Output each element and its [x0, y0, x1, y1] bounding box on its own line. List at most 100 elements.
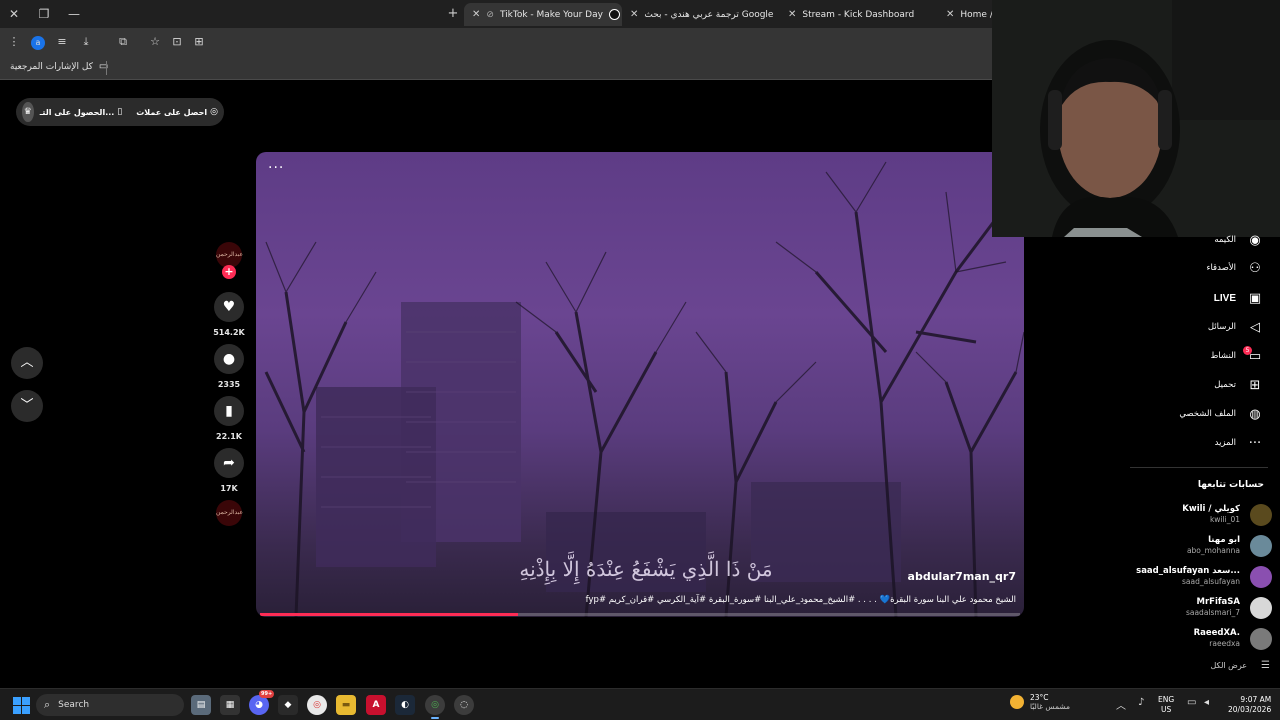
share-button[interactable]: ➦: [214, 448, 244, 478]
discord-app-icon[interactable]: ◕ 99+: [249, 690, 275, 715]
menu-kebab-icon[interactable]: ⋮: [5, 33, 23, 51]
microphone-icon[interactable]: ♪: [1138, 697, 1144, 708]
window-restore-icon[interactable]: ❐: [34, 4, 54, 24]
sidebar-item-label: الكيمه: [1214, 235, 1236, 245]
following-account[interactable]: ابو مهنا abo_mohanna: [1126, 533, 1276, 559]
sidebar-item-upload[interactable]: ⊞ تحميل: [1214, 375, 1264, 395]
video-progress-fill: [260, 613, 519, 616]
volume-icon[interactable]: ◂: [1204, 697, 1209, 708]
video-frame-scene: [264, 161, 1024, 617]
video-more-options-icon[interactable]: ···: [268, 160, 284, 176]
tray-chevron-up-icon[interactable]: ︿: [1116, 697, 1126, 712]
terminal-app-icon[interactable]: ▦: [220, 695, 240, 715]
see-all-button[interactable]: ☰ عرض الكل: [1210, 660, 1270, 671]
sidebar-item-label: المزيد: [1214, 438, 1236, 448]
sidebar-item-explore[interactable]: ◉ الكيمه: [1214, 230, 1264, 250]
account-name: MrFifaSA: [1196, 597, 1240, 607]
video-author[interactable]: abdular7man_qr7: [908, 570, 1016, 583]
file-explorer-icon[interactable]: ▬: [336, 695, 356, 715]
windows-start-icon[interactable]: [13, 697, 30, 714]
window-minimize-icon[interactable]: —: [64, 4, 84, 24]
tab-x[interactable]: ✕ Home / X: [938, 3, 994, 26]
account-handle: abo_mohanna: [1186, 546, 1240, 555]
following-account[interactable]: MrFifaSA saadalsmari_7: [1126, 595, 1276, 621]
weather-condition: مشمس غالبًا: [1030, 702, 1071, 711]
task-view-icon[interactable]: ▤: [191, 695, 211, 715]
tab-close-icon[interactable]: ✕: [472, 9, 480, 20]
window-close-icon[interactable]: ✕: [4, 4, 24, 24]
reading-list-icon[interactable]: ≡: [53, 33, 71, 51]
taskbar-clock[interactable]: 9:07 AM 20/03/2026: [1228, 695, 1271, 715]
comment-button[interactable]: ●: [214, 344, 244, 374]
sidebar-item-friends[interactable]: ⚇ الأصدقاء: [1206, 258, 1264, 278]
sidebar-item-label: الملف الشخصي: [1179, 409, 1236, 419]
tab-google[interactable]: ✕ ترجمة عربي هندي - بحث Google: [622, 3, 774, 26]
clock-date: 20/03/2026: [1228, 705, 1272, 714]
tiktok-avatar[interactable]: ♛: [22, 102, 34, 122]
following-accounts-title: حسابات تتابعها: [1197, 480, 1264, 490]
discord-badge: 99+: [259, 690, 275, 698]
new-tab-button[interactable]: +: [444, 4, 462, 24]
install-app-icon[interactable]: ⊡: [168, 33, 186, 51]
weather-temperature: 23°C: [1030, 693, 1049, 702]
avatar: [1250, 628, 1272, 650]
video-progress-bar[interactable]: [260, 613, 1020, 616]
next-video-button[interactable]: ﹀: [11, 390, 43, 422]
chrome-app-icon[interactable]: ◎: [307, 695, 327, 715]
like-button[interactable]: ♥: [214, 292, 244, 322]
network-icon[interactable]: ▭: [1187, 697, 1196, 708]
tab-close-icon[interactable]: ✕: [630, 9, 638, 20]
sidebar-item-activity[interactable]: ▭ النشاط: [1210, 346, 1264, 366]
sidebar-item-live[interactable]: ▣ LIVE: [1214, 288, 1264, 308]
weather-widget[interactable]: 23°C مشمس غالبًا: [1010, 693, 1070, 711]
save-count: 22.1K: [216, 432, 242, 441]
download-icon[interactable]: ⤓: [77, 33, 95, 51]
language-indicator[interactable]: ENG US: [1158, 695, 1174, 715]
more-icon: ···: [1248, 435, 1262, 451]
taskbar-search[interactable]: ⌕ Search: [36, 694, 184, 716]
account-handle: saadalsmari_7: [1185, 608, 1240, 617]
previous-video-button[interactable]: ︿: [11, 347, 43, 379]
get-coins-button[interactable]: احصل على عملات ◎: [136, 107, 218, 117]
sidebar-divider: [1130, 467, 1268, 468]
language-code: ENG: [1158, 695, 1175, 704]
bookmark-star-icon[interactable]: ☆: [146, 33, 164, 51]
extensions-icon[interactable]: ⧉: [114, 33, 132, 51]
steam-app-icon[interactable]: ◐: [395, 695, 415, 715]
following-account[interactable]: RaeedXA. raeedxa: [1126, 626, 1276, 652]
following-account[interactable]: saad_alsufayan سعد... saad_alsufayan: [1126, 564, 1276, 590]
get-app-label: الحصول على التـ...: [39, 107, 115, 117]
bookmarks-divider: [106, 61, 107, 75]
sidebar-item-messages[interactable]: ◁ الرسائل: [1208, 317, 1264, 337]
sun-icon: [1010, 695, 1024, 709]
save-button[interactable]: ▮: [214, 396, 244, 426]
all-bookmarks-button[interactable]: كل الإشارات المرجعية ▭: [10, 61, 108, 72]
video-description[interactable]: الشيخ محمود علي البنا سورة البقرة💙 . . .…: [586, 595, 1016, 605]
translate-icon[interactable]: ⊞: [190, 33, 208, 51]
comment-count: 2335: [217, 380, 241, 389]
adobe-app-icon[interactable]: A: [366, 695, 386, 715]
profile-avatar[interactable]: a: [29, 33, 47, 51]
account-handle: saad_alsufayan: [1182, 577, 1240, 586]
tab-tiktok[interactable]: ✕ ⊘ TikTok - Make Your Day: [464, 3, 622, 26]
game-app-icon[interactable]: ◆: [278, 695, 298, 715]
sound-disc-avatar[interactable]: عبدالرحمن: [216, 500, 243, 526]
tab-kick[interactable]: ✕ Stream - Kick Dashboard: [780, 3, 930, 26]
comment-bubble-icon: ●: [222, 351, 236, 367]
sidebar-item-label: النشاط: [1210, 351, 1236, 361]
sidebar-item-profile[interactable]: ◍ الملف الشخصي: [1179, 404, 1264, 424]
obs-app-icon[interactable]: ◌: [454, 695, 474, 715]
follow-plus-button[interactable]: +: [222, 265, 236, 279]
tab-close-icon[interactable]: ✕: [946, 9, 954, 20]
top-actions-pill: ♛ الحصول على التـ... ▯ احصل على عملات ◎: [16, 98, 224, 126]
video-player[interactable]: ··· مَنْ ذَا الَّذِي يَشْفَعُ عِنْدَهُ إ…: [256, 152, 1024, 617]
tab-close-icon[interactable]: ✕: [788, 9, 796, 20]
bookmarks-bar: كل الإشارات المرجعية ▭: [0, 56, 992, 80]
coin-icon: ◎: [210, 107, 218, 117]
discord-glyph-icon: ◕: [255, 700, 263, 710]
avatar: [1250, 535, 1272, 557]
chrome-active-app-icon[interactable]: ◎: [425, 695, 445, 719]
following-account[interactable]: Kwili / كويلي kwili_01: [1126, 502, 1276, 528]
get-app-button[interactable]: الحصول على التـ... ▯: [40, 107, 123, 117]
sidebar-item-more[interactable]: ··· المزيد: [1215, 433, 1264, 453]
